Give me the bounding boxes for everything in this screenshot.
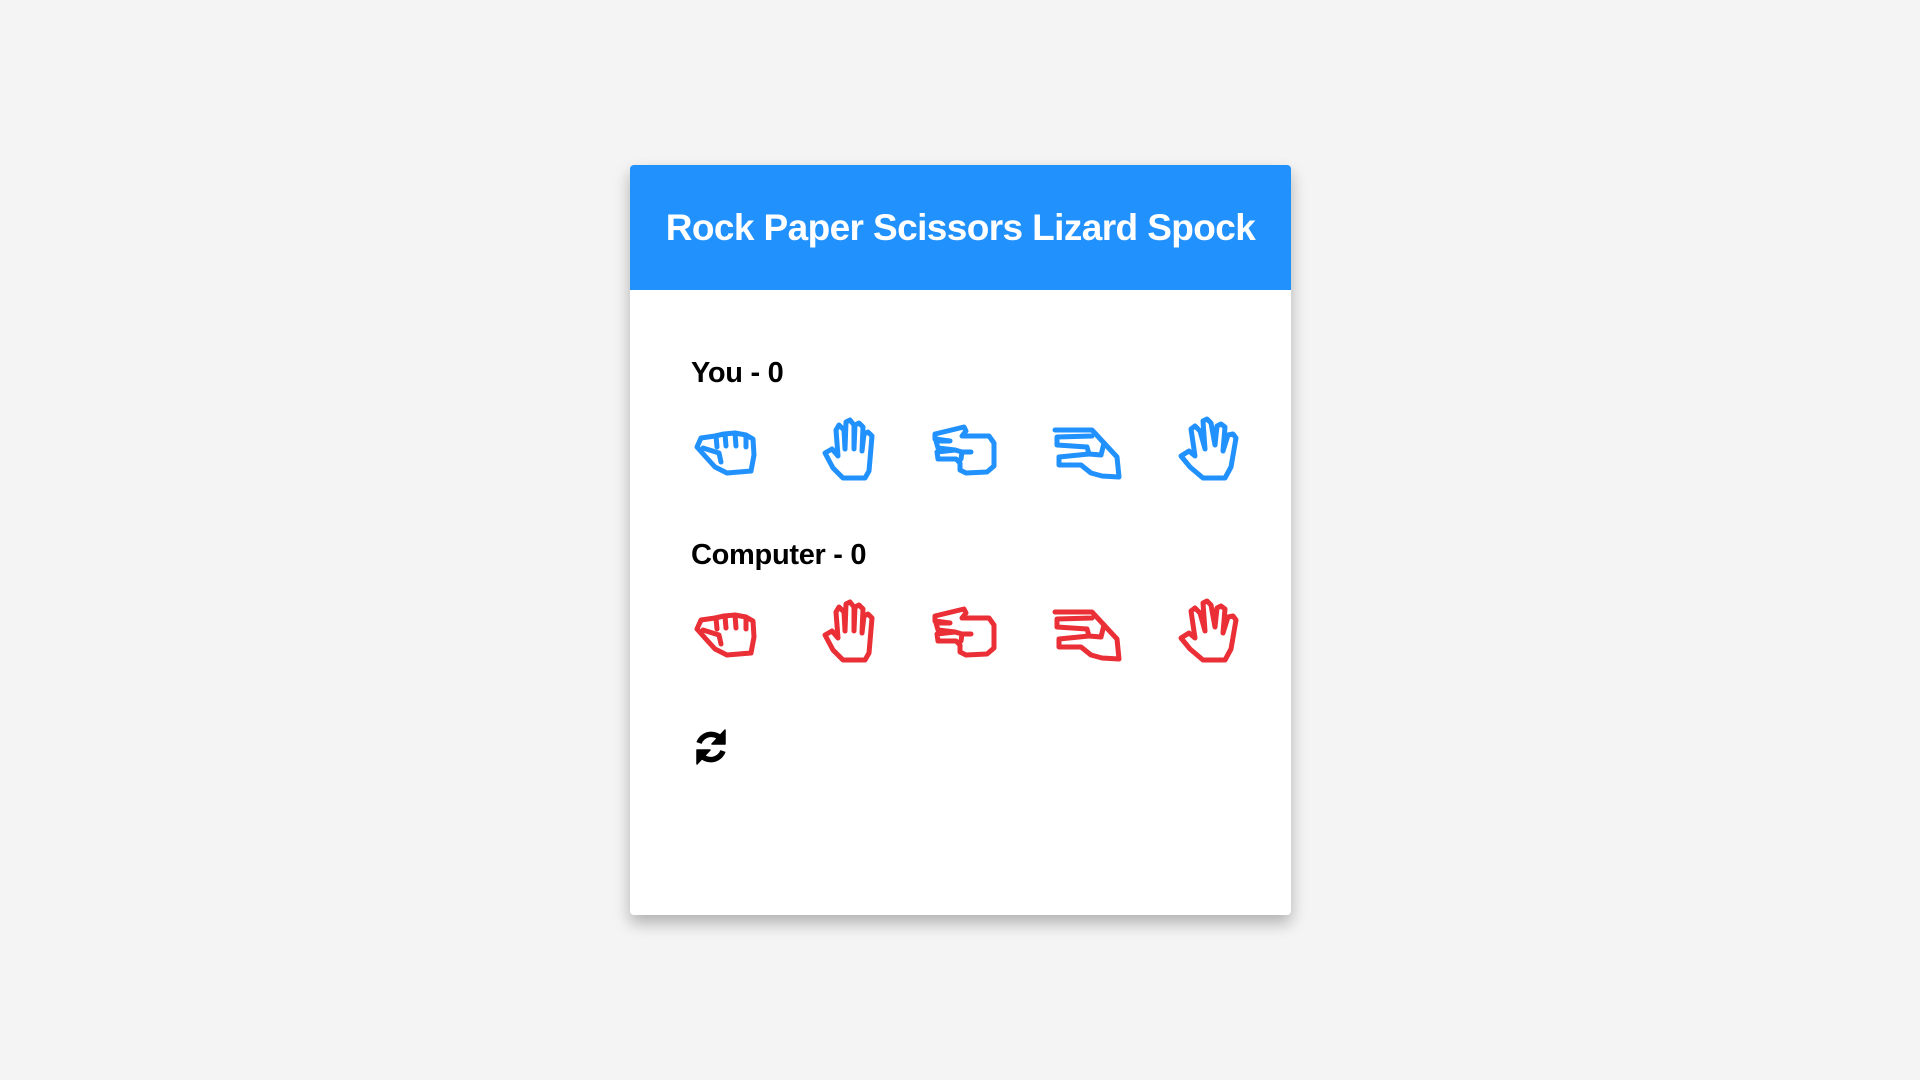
computer-section: Computer - 0 — [691, 535, 1239, 669]
computer-scissors — [931, 597, 1003, 669]
page-title: Rock Paper Scissors Lizard Spock — [665, 206, 1256, 248]
scissors-icon — [932, 424, 997, 476]
computer-paper — [811, 597, 883, 669]
rock-icon — [694, 612, 757, 658]
scissors-icon — [932, 606, 997, 658]
lizard-icon — [1052, 427, 1122, 480]
computer-rock — [691, 597, 763, 669]
player-score-label: You - 0 — [691, 357, 784, 389]
player-choices — [691, 415, 1239, 487]
player-paper-button[interactable] — [811, 415, 883, 487]
computer-spock — [1171, 597, 1243, 669]
player-scissors-button[interactable] — [931, 415, 1003, 487]
player-lizard-button[interactable] — [1051, 415, 1123, 487]
computer-choices — [691, 597, 1239, 669]
reset-button[interactable] — [691, 725, 735, 769]
refresh-icon — [696, 729, 726, 765]
game-card: Rock Paper Scissors Lizard Spock You - 0 — [630, 165, 1291, 915]
player-section: You - 0 — [691, 353, 1239, 487]
computer-score-label: Computer - 0 — [691, 539, 867, 571]
lizard-icon — [1052, 609, 1122, 662]
card-body: You - 0 Computer - 0 — [630, 290, 1291, 769]
player-rock-button[interactable] — [691, 415, 763, 487]
rock-icon — [694, 430, 757, 476]
card-header: Rock Paper Scissors Lizard Spock — [630, 165, 1291, 290]
paper-icon — [822, 417, 875, 481]
player-spock-button[interactable] — [1171, 415, 1243, 487]
spock-icon — [1178, 416, 1239, 481]
computer-lizard — [1051, 597, 1123, 669]
paper-icon — [822, 599, 875, 663]
spock-icon — [1178, 598, 1239, 663]
